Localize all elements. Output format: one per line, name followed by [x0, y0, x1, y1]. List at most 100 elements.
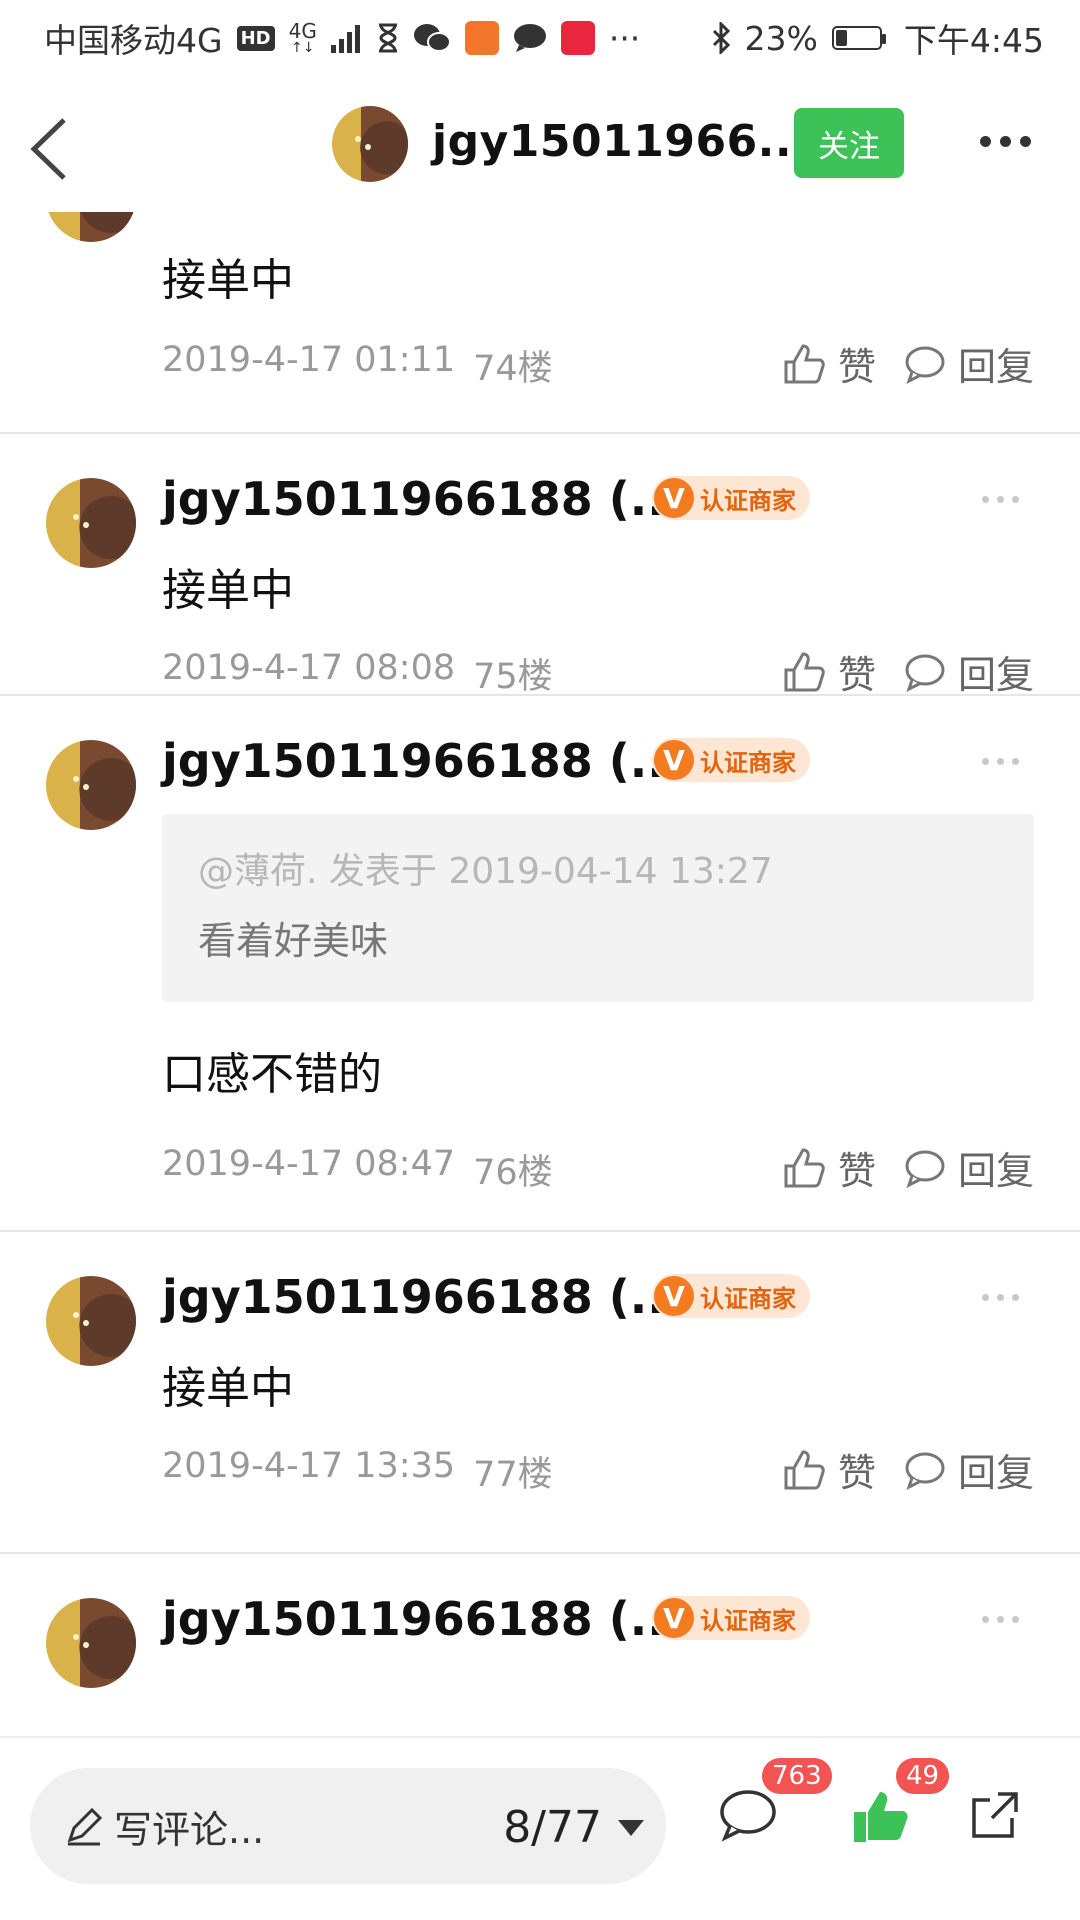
reply-item-76: jgy15011966188 (... V 认证商家 @薄荷. 发表于 2019…	[0, 696, 1080, 1232]
quote-text: 看着好美味	[198, 919, 389, 963]
cert-label: 认证商家	[700, 1284, 796, 1313]
v-badge-icon: V	[654, 1598, 694, 1638]
like-label: 赞	[837, 1451, 876, 1495]
reply-username[interactable]: jgy15011966188 (...	[162, 472, 682, 526]
quote-header: @薄荷. 发表于 2019-04-14 13:27	[198, 851, 773, 892]
comment-bubble-icon	[905, 346, 945, 384]
cert-label: 认证商家	[700, 748, 796, 777]
thumbs-up-icon	[784, 343, 825, 383]
header-avatar[interactable]	[332, 106, 408, 182]
reply-time: 2019-4-17 13:35	[162, 1446, 456, 1486]
like-label: 赞	[837, 653, 876, 697]
reply-meta: 2019-4-17 13:35 77楼	[162, 1446, 553, 1497]
battery-percent: 23%	[744, 18, 818, 58]
reply-time: 2019-4-17 08:08	[162, 648, 456, 688]
like-button[interactable]: 赞	[782, 644, 876, 699]
reply-more-icon[interactable]	[982, 1616, 1019, 1623]
thumbs-up-icon	[784, 651, 825, 691]
share-icon	[972, 1792, 1018, 1838]
carrier-label: 中国移动4G	[44, 21, 223, 60]
like-button[interactable]: 赞	[782, 1140, 876, 1195]
quoted-reply[interactable]: @薄荷. 发表于 2019-04-14 13:27 看着好美味	[162, 814, 1034, 1002]
avatar[interactable]	[46, 1598, 136, 1688]
bluetooth-icon	[712, 22, 730, 54]
reply-meta: 2019-4-17 08:08 75楼	[162, 648, 553, 699]
status-left: 中国移动4G HD 4G ↑↓ ···	[44, 14, 640, 62]
more-options-icon[interactable]	[980, 136, 1031, 147]
reply-item-75: jgy15011966188 (... V 认证商家 接单中 2019-4-17…	[0, 434, 1080, 699]
cert-label: 认证商家	[700, 486, 796, 515]
reply-username[interactable]: jgy15011966188 (...	[162, 1270, 682, 1324]
reply-actions: 赞 回复	[782, 1442, 1034, 1497]
comment-icon	[720, 1790, 776, 1842]
reply-time: 2019-4-17 01:11	[162, 340, 456, 380]
signal-bars-icon	[330, 25, 360, 53]
back-arrow-icon[interactable]	[26, 114, 76, 184]
reply-button[interactable]: 回复	[904, 1442, 1034, 1497]
certified-merchant-badge: V 认证商家	[652, 738, 810, 782]
reply-button[interactable]: 回复	[904, 336, 1034, 391]
reply-button[interactable]: 回复	[904, 1140, 1034, 1195]
app-orange-icon	[464, 21, 499, 55]
like-count-badge: 49	[896, 1758, 950, 1794]
hd-badge: HD	[236, 25, 275, 51]
signal-icon: 4G ↑↓	[289, 21, 317, 55]
tmall-icon	[560, 21, 595, 55]
thumbs-up-filled-icon	[854, 1792, 908, 1842]
follow-button[interactable]: 关注	[794, 108, 904, 178]
reply-username[interactable]: jgy15011966188 (...	[162, 734, 682, 788]
header-username[interactable]: jgy15011966...	[432, 116, 809, 167]
top-nav-bar: jgy15011966... 关注	[0, 76, 1080, 212]
certified-merchant-badge: V 认证商家	[652, 1596, 810, 1640]
cert-label: 认证商家	[700, 1606, 796, 1635]
network-arrows: ↑↓	[290, 40, 315, 56]
like-post-button[interactable]: 49	[852, 1758, 950, 1850]
comments-button[interactable]: 763	[718, 1758, 832, 1848]
like-button[interactable]: 赞	[782, 1442, 876, 1497]
wechat-icon	[413, 24, 451, 52]
reply-username[interactable]: jgy15011966188 (...	[162, 1592, 682, 1646]
message-icon	[513, 24, 546, 52]
share-button[interactable]	[968, 1788, 1024, 1848]
reply-item-77: jgy15011966188 (... V 认证商家 接单中 2019-4-17…	[0, 1232, 1080, 1554]
reply-button[interactable]: 回复	[904, 644, 1034, 699]
status-more: ···	[608, 18, 641, 58]
reply-label: 回复	[957, 345, 1034, 389]
reply-more-icon[interactable]	[982, 758, 1019, 765]
reply-floor: 74楼	[473, 349, 553, 389]
status-right: 23% 下午4:45	[711, 14, 1044, 62]
comment-bubble-icon	[905, 654, 945, 692]
avatar[interactable]	[46, 1276, 136, 1366]
reply-meta: 2019-4-17 08:47 76楼	[162, 1144, 553, 1195]
page-selector[interactable]: 8/77	[503, 1802, 644, 1853]
reply-more-icon[interactable]	[982, 1294, 1019, 1301]
network-type: 4G	[288, 19, 317, 43]
certified-merchant-badge: V 认证商家	[652, 1274, 810, 1318]
status-bar: 中国移动4G HD 4G ↑↓ ··· 23% 下午4:45	[0, 0, 1080, 76]
reply-actions: 赞 回复	[782, 1140, 1034, 1195]
reply-content: 接单中	[162, 1363, 294, 1414]
reply-floor: 76楼	[473, 1153, 553, 1193]
reply-item-partial: jgy15011966188 (... V 认证商家	[0, 1554, 1080, 1694]
page-indicator: 8/77	[503, 1802, 602, 1853]
reply-list: 接单中 2019-4-17 01:11 74楼 赞 回复 jgy15011966…	[0, 152, 1080, 1694]
reply-label: 回复	[957, 1451, 1034, 1495]
comment-placeholder: 写评论...	[114, 1807, 265, 1852]
reply-content: 接单中	[162, 565, 294, 616]
comment-bubble-icon	[905, 1452, 945, 1490]
bottom-toolbar: 写评论... 8/77 763 49	[0, 1736, 1080, 1920]
comment-input[interactable]: 写评论... 8/77	[30, 1768, 666, 1884]
reply-actions: 赞 回复	[782, 644, 1034, 699]
caret-down-icon	[618, 1819, 644, 1836]
like-button[interactable]: 赞	[782, 336, 876, 391]
reply-more-icon[interactable]	[982, 496, 1019, 503]
reply-actions: 赞 回复	[782, 336, 1034, 391]
avatar[interactable]	[46, 740, 136, 830]
reply-label: 回复	[957, 653, 1034, 697]
pencil-icon	[67, 1807, 103, 1846]
reply-time: 2019-4-17 08:47	[162, 1144, 456, 1184]
avatar[interactable]	[46, 478, 136, 568]
reply-content: 口感不错的	[162, 1049, 382, 1100]
comment-bubble-icon	[905, 1150, 945, 1188]
certified-merchant-badge: V 认证商家	[652, 476, 810, 520]
